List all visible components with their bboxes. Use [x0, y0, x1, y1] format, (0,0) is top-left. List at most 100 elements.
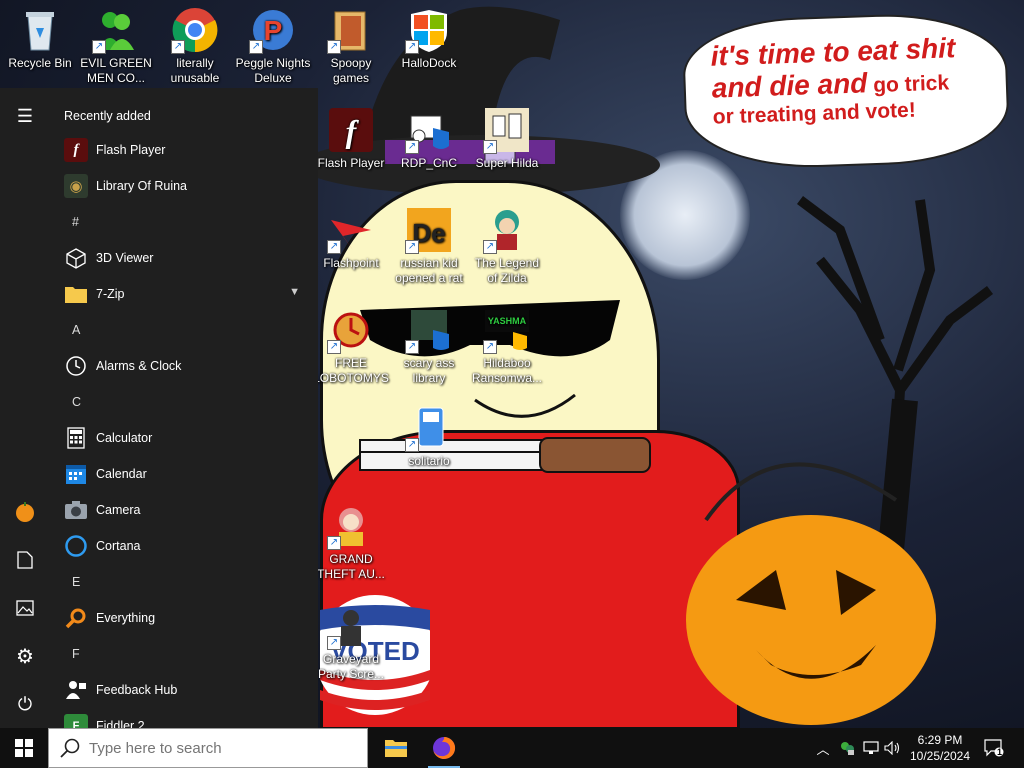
pictures-icon	[16, 600, 34, 616]
desktop-icon-super-hilda[interactable]: ↗ Super Hilda	[469, 106, 545, 171]
desktop-icon-scary-ass-library[interactable]: ↗ scary ass library	[391, 306, 467, 386]
desktop-icon-label: Graveyard Party Scre...	[317, 652, 385, 681]
clock-icon	[64, 354, 88, 378]
expand-menu-button[interactable]: ☰	[0, 96, 50, 136]
green-men-icon: ↗	[92, 6, 140, 54]
user-account-button[interactable]	[0, 492, 50, 532]
app-item-alarms-clock[interactable]: Alarms & Clock	[50, 348, 318, 384]
power-button[interactable]: ⏻	[0, 684, 50, 724]
desktop-icon-peggle[interactable]: P ↗ Peggle Nights Deluxe	[235, 6, 311, 86]
desktop-icon-label: HalloDock	[401, 56, 457, 70]
recycle-bin-icon	[16, 6, 64, 54]
tray-app-button[interactable]	[836, 728, 858, 768]
app-item-label: Calendar	[96, 467, 147, 481]
desktop-icon-solitario[interactable]: ↗ solitario	[391, 404, 467, 469]
solitaire-icon: ↗	[405, 404, 453, 452]
taskbar-search-box[interactable]	[48, 728, 368, 768]
app-item-label: Camera	[96, 503, 141, 517]
taskbar-file-explorer[interactable]	[372, 728, 420, 768]
desktop-icon-grand-theft-au[interactable]: ↗ GRAND THEFT AU...	[313, 502, 389, 582]
desktop-icon-legend-of-zilda[interactable]: ↗ The Legend of Zilda	[469, 206, 545, 286]
svg-text:YASHMA: YASHMA	[488, 316, 527, 326]
documents-button[interactable]	[0, 540, 50, 580]
app-item-feedback-hub[interactable]: Feedback Hub	[50, 672, 318, 708]
app-item-label: Cortana	[96, 539, 141, 553]
app-item-3d-viewer[interactable]: 3D Viewer	[50, 240, 318, 276]
desktop-icon-label: solitario	[408, 454, 450, 468]
desktop-icon-evil-green-men[interactable]: ↗ EVIL GREEN MEN CO...	[78, 6, 154, 86]
shortcut-arrow-icon: ↗	[327, 536, 341, 550]
letter-header-e[interactable]: E	[50, 564, 318, 600]
search-input[interactable]	[89, 739, 349, 757]
app-item-label: Library Of Ruina	[96, 179, 188, 193]
desktop-icon-label: The Legend of Zilda	[474, 256, 540, 285]
calculator-icon	[64, 426, 88, 450]
app-list: Recently added f Flash Player ◉ Library …	[50, 88, 318, 728]
app-item-flash-player[interactable]: f Flash Player	[50, 132, 318, 168]
start-button[interactable]	[0, 728, 48, 768]
network-button[interactable]	[860, 728, 882, 768]
shortcut-arrow-icon: ↗	[327, 40, 341, 54]
remote-desktop-icon: ↗	[405, 106, 453, 154]
file-explorer-icon	[385, 740, 407, 757]
letter-header-f[interactable]: F	[50, 636, 318, 672]
document-icon	[17, 551, 33, 569]
shortcut-arrow-icon: ↗	[171, 40, 185, 54]
pumpkin-avatar-icon	[16, 502, 34, 522]
speech-bubble: it's time to eat shit and die and go tri…	[681, 10, 1011, 172]
app-item-label: Alarms & Clock	[96, 359, 182, 373]
windows-logo-icon: ↗	[405, 6, 453, 54]
desktop-icon-flash-player[interactable]: f Flash Player	[313, 106, 389, 171]
folder-item-7-zip[interactable]: 7-Zip ▼	[50, 276, 318, 312]
desktop-icon-rdp-cnc[interactable]: ↗ RDP_CnC	[391, 106, 467, 171]
desktop-icon-label: Spoopy games	[330, 56, 372, 85]
library-icon: ↗	[405, 306, 453, 354]
desktop-icon-hildaboo[interactable]: YASHMA ↗ Hildaboo Ransomwa...	[469, 306, 545, 386]
svg-text:P: P	[264, 15, 283, 46]
app-item-calculator[interactable]: Calculator	[50, 420, 318, 456]
desktop-icon-hallodock[interactable]: ↗ HalloDock	[391, 6, 467, 71]
desktop-icon-label: scary ass library	[403, 356, 455, 385]
app-item-calendar[interactable]: Calendar	[50, 456, 318, 492]
desktop-icon-label: literally unusable	[170, 56, 220, 85]
app-item-label: 3D Viewer	[96, 251, 154, 265]
app-item-label: Everything	[96, 611, 156, 625]
shortcut-arrow-icon: ↗	[483, 240, 497, 254]
desktop-icon-recycle-bin[interactable]: Recycle Bin	[2, 6, 78, 71]
letter-header-a[interactable]: A	[50, 312, 318, 348]
clock-time: 6:29 PM	[917, 733, 963, 747]
action-center-button[interactable]: 1	[980, 728, 1008, 768]
desktop-icon-graveyard-party[interactable]: ↗ Graveyard Party Scre...	[313, 602, 389, 682]
desktop-icon-free-lobotomys[interactable]: ↗ FREE LOBOTOMYS	[313, 306, 389, 386]
firefox-icon	[433, 736, 456, 759]
taskbar-firefox[interactable]	[420, 728, 468, 768]
app-item-camera[interactable]: Camera	[50, 492, 318, 528]
app-item-everything[interactable]: Everything	[50, 600, 318, 636]
letter-header-c[interactable]: C	[50, 384, 318, 420]
pictures-button[interactable]	[0, 588, 50, 628]
desktop-icon-literally-unusable[interactable]: ↗ literally unusable	[157, 6, 233, 86]
settings-button[interactable]: ⚙	[0, 636, 50, 676]
notification-count: 1	[997, 747, 1003, 757]
desktop-icon-spoopy-games[interactable]: ↗ Spoopy games	[313, 6, 389, 86]
app-item-label: Flash Player	[96, 143, 166, 157]
speech-line-1: it's time to eat shit	[710, 32, 956, 72]
app-item-library-of-ruina[interactable]: ◉ Library Of Ruina	[50, 168, 318, 204]
letter-header-hash[interactable]: #	[50, 204, 318, 240]
shortcut-arrow-icon: ↗	[405, 438, 419, 452]
desktop-icon-label: Recycle Bin	[8, 56, 72, 70]
cortana-icon	[64, 534, 88, 558]
desktop-icon-label: Peggle Nights Deluxe	[235, 56, 311, 85]
chrome-icon: ↗	[171, 6, 219, 54]
app-item-fiddler[interactable]: F Fiddler 2	[50, 708, 318, 728]
windows-logo-icon	[15, 739, 33, 757]
show-hidden-icons-button[interactable]: ︿	[812, 728, 834, 768]
taskbar-clock[interactable]: 6:29 PM 10/25/2024	[900, 732, 980, 764]
app-item-cortana[interactable]: Cortana	[50, 528, 318, 564]
desktop-icon-flashpoint[interactable]: ↗ Flashpoint	[313, 206, 389, 271]
cube-icon	[64, 246, 88, 270]
shortcut-arrow-icon: ↗	[405, 240, 419, 254]
desktop-icon-russian-kid[interactable]: De ↗ russian kid opened a rat	[391, 206, 467, 286]
start-menu: ☰ ⚙ ⏻ Recently added f Flash Player ◉ Li…	[0, 88, 318, 728]
gear-icon: ⚙	[16, 645, 34, 668]
